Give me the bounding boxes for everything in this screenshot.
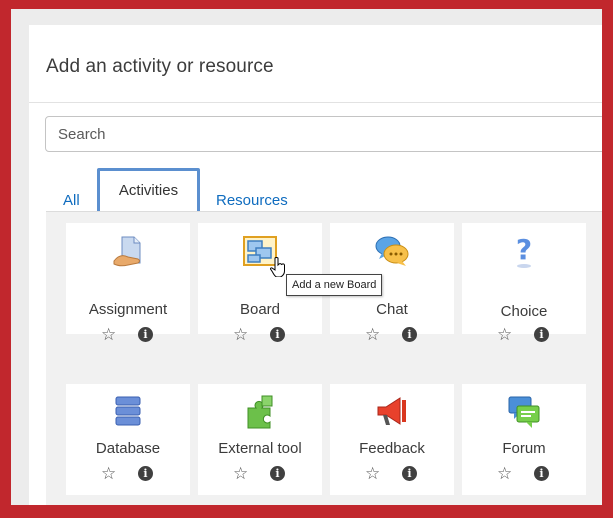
star-icon[interactable]: ☆ <box>101 326 116 343</box>
star-icon[interactable]: ☆ <box>365 326 380 343</box>
star-icon[interactable]: ☆ <box>497 326 512 343</box>
svg-text:?: ? <box>516 233 532 266</box>
tile-forum[interactable]: Forum ☆ i <box>462 384 586 495</box>
info-icon[interactable]: i <box>402 327 417 342</box>
tile-choice[interactable]: ? Choice ☆ i <box>462 223 586 343</box>
tile-assignment[interactable]: Assignment ☆ i <box>66 223 190 343</box>
tab-all[interactable]: All <box>63 192 80 209</box>
star-icon[interactable]: ☆ <box>233 326 248 343</box>
info-icon[interactable]: i <box>534 466 549 481</box>
info-icon[interactable]: i <box>270 327 285 342</box>
tile-label: Database <box>95 440 161 457</box>
tile-label: Choice <box>500 303 548 320</box>
activity-chooser-modal: Add an activity or resource All Activiti… <box>29 25 602 505</box>
forum-icon <box>508 396 540 428</box>
chat-icon <box>375 236 409 266</box>
feedback-icon <box>377 397 406 425</box>
tile-label: Assignment <box>88 301 168 318</box>
header-divider <box>29 102 602 103</box>
tile-label: Feedback <box>359 440 425 457</box>
info-icon[interactable]: i <box>138 327 153 342</box>
hand-cursor-icon <box>270 257 285 277</box>
tile-external-tool[interactable]: External tool ☆ i <box>198 384 322 495</box>
external-tool-icon <box>247 395 273 429</box>
tile-label: Board <box>239 301 281 318</box>
tile-label: Chat <box>376 301 408 318</box>
modal-title: Add an activity or resource <box>46 56 274 77</box>
tab-resources[interactable]: Resources <box>216 192 288 209</box>
database-icon <box>115 396 141 426</box>
search-input[interactable] <box>45 116 602 152</box>
info-icon[interactable]: i <box>534 327 549 342</box>
info-icon[interactable]: i <box>402 466 417 481</box>
assignment-icon <box>113 236 141 267</box>
info-icon[interactable]: i <box>138 466 153 481</box>
star-icon[interactable]: ☆ <box>101 465 116 482</box>
star-icon[interactable]: ☆ <box>233 465 248 482</box>
tile-label: External tool <box>218 440 302 457</box>
module-grid: Assignment ☆ i Board ☆ i Chat ☆ i ? Choi… <box>46 211 602 505</box>
screenshot-frame: Add an activity or resource All Activiti… <box>11 9 602 505</box>
star-icon[interactable]: ☆ <box>365 465 380 482</box>
info-icon[interactable]: i <box>270 466 285 481</box>
tile-feedback[interactable]: Feedback ☆ i <box>330 384 454 495</box>
tooltip: Add a new Board <box>286 274 383 296</box>
tile-label: Forum <box>502 440 546 457</box>
choice-icon: ? <box>516 233 532 268</box>
tile-database[interactable]: Database ☆ i <box>66 384 190 495</box>
tab-activities[interactable]: Activities <box>97 168 200 214</box>
star-icon[interactable]: ☆ <box>497 465 512 482</box>
